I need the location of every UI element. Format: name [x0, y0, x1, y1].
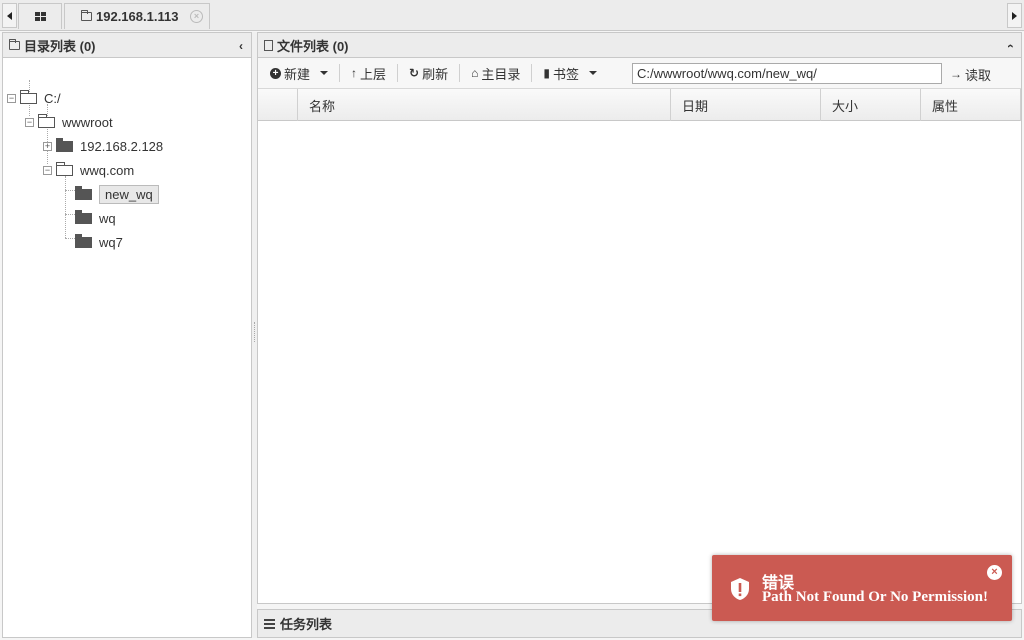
expand-icon[interactable]: +	[43, 141, 52, 151]
tab-bar: 192.168.1.113 ×	[0, 0, 1024, 31]
bookmark-button[interactable]: ▮ 书签	[537, 62, 603, 84]
tab-host[interactable]: 192.168.1.113 ×	[64, 3, 210, 29]
arrow-right-icon	[1012, 11, 1017, 20]
tab-host-label: 192.168.1.113	[96, 9, 179, 24]
tree-node-label: 192.168.2.128	[80, 138, 164, 154]
directory-panel: 目录列表 (0) ‹ − C:/ − wwwroot + 192.168.2.1…	[2, 32, 252, 638]
task-panel-title: 任务列表	[280, 617, 333, 632]
shield-alert-icon	[731, 578, 749, 600]
tree-node-label: wwq.com	[80, 162, 135, 178]
read-button-label: 读取	[965, 67, 992, 83]
tree-node-wwq-com[interactable]: − wwq.com	[43, 160, 134, 180]
tree-node-label: wq	[99, 210, 116, 226]
new-button[interactable]: + 新建	[264, 62, 334, 84]
new-button-label: 新建	[284, 66, 311, 82]
tree-node-wq7[interactable]: wq7	[75, 232, 123, 252]
refresh-icon: ↻	[409, 66, 420, 80]
file-table-header: 名称 日期 大小 属性	[258, 89, 1021, 121]
arrow-left-icon	[7, 11, 12, 20]
file-panel-title: 文件列表 (0)	[277, 38, 349, 54]
tree-node-192-168-2-128[interactable]: + 192.168.2.128	[43, 136, 163, 156]
home-dir-button[interactable]: ⌂ 主目录	[465, 62, 526, 84]
home-icon: ⌂	[471, 66, 479, 80]
tree-node-wwwroot[interactable]: − wwwroot	[25, 112, 113, 132]
column-name[interactable]: 名称	[298, 89, 671, 121]
refresh-button[interactable]: ↻ 刷新	[403, 62, 454, 84]
tab-home[interactable]	[18, 3, 62, 29]
collapse-icon[interactable]: −	[7, 93, 16, 103]
tree-node-label: wwwroot	[62, 114, 113, 130]
folder-open-icon	[38, 113, 55, 128]
caret-down-icon	[320, 71, 329, 75]
column-size[interactable]: 大小	[821, 89, 921, 121]
arrow-up-icon: ↑	[351, 66, 358, 80]
file-panel-header: 文件列表 (0) ‹	[258, 33, 1021, 58]
bookmark-button-label: 书签	[552, 66, 579, 82]
folder-icon	[9, 38, 20, 50]
refresh-button-label: 刷新	[422, 66, 449, 82]
directory-panel-header: 目录列表 (0) ‹	[3, 33, 251, 58]
folder-open-icon	[20, 89, 37, 104]
file-panel: 文件列表 (0) ‹ + 新建 ↑ 上层 ↻ 刷新 ⌂ 主目录 ▮ 书签 C:/…	[257, 32, 1022, 604]
column-attributes[interactable]: 属性	[921, 89, 1021, 121]
directory-tree: − C:/ − wwwroot + 192.168.2.128 − wwq.co…	[3, 58, 251, 250]
chevron-left-icon[interactable]: ‹	[239, 39, 243, 53]
file-toolbar: + 新建 ↑ 上层 ↻ 刷新 ⌂ 主目录 ▮ 书签 → 读取	[258, 58, 1021, 89]
tree-node-c[interactable]: − C:/	[7, 88, 61, 108]
bookmark-icon: ▮	[543, 66, 550, 80]
list-icon	[264, 619, 275, 629]
home-dir-button-label: 主目录	[481, 66, 521, 82]
folder-closed-icon	[75, 233, 92, 248]
tree-node-label: C:/	[44, 90, 61, 106]
directory-panel-title: 目录列表 (0)	[24, 38, 96, 54]
folder-closed-icon	[56, 137, 73, 152]
folder-closed-icon	[75, 209, 92, 224]
collapse-icon[interactable]: −	[25, 117, 34, 127]
close-icon[interactable]: ×	[987, 565, 1002, 580]
close-icon[interactable]: ×	[190, 10, 203, 23]
tab-scroll-left-button[interactable]	[2, 3, 17, 28]
up-button-label: 上层	[360, 66, 387, 82]
grid-icon	[34, 12, 46, 21]
path-input[interactable]	[632, 63, 942, 84]
folder-icon	[81, 10, 92, 21]
tree-node-wq[interactable]: wq	[75, 208, 116, 228]
tab-scroll-right-button[interactable]	[1007, 3, 1022, 28]
chevron-up-icon[interactable]: ‹	[1004, 44, 1018, 48]
file-icon	[264, 39, 273, 51]
tree-node-label: wq7	[99, 234, 123, 250]
folder-closed-icon	[75, 185, 92, 200]
column-checkbox[interactable]	[258, 89, 298, 121]
column-date[interactable]: 日期	[671, 89, 821, 121]
error-toast: 错误 Path Not Found Or No Permission! ×	[712, 555, 1012, 621]
arrow-right-icon: →	[950, 67, 962, 81]
up-button[interactable]: ↑ 上层	[345, 62, 392, 84]
toast-message: Path Not Found Or No Permission!	[762, 589, 988, 605]
read-button[interactable]: → 读取	[950, 63, 991, 85]
collapse-icon[interactable]: −	[43, 165, 52, 175]
folder-open-icon	[56, 161, 73, 176]
caret-down-icon	[589, 71, 597, 75]
tree-node-new-wq[interactable]: new_wq	[75, 184, 159, 204]
tree-node-label: new_wq	[99, 184, 159, 204]
plus-icon: +	[270, 67, 281, 79]
